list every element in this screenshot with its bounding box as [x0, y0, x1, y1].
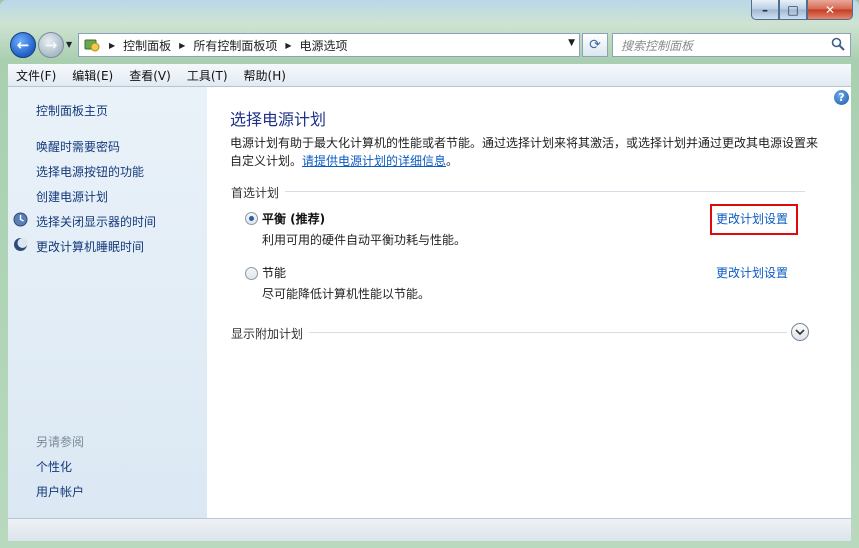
page-title: 选择电源计划 [230, 110, 327, 129]
search-icon[interactable] [831, 37, 845, 51]
help-icon[interactable]: ? [834, 90, 849, 105]
chevron-down-icon [795, 328, 805, 335]
main-content: ? 选择电源计划 电源计划有助于最大化计算机的性能或者节能。通过选择计划来将其激… [207, 87, 851, 518]
search-box[interactable]: 搜索控制面板 [612, 33, 851, 57]
menu-view[interactable]: 查看(V) [121, 67, 179, 84]
expand-additional-plans-button[interactable] [791, 323, 809, 341]
breadcrumb-all-items[interactable]: 所有控制面板项 [193, 37, 277, 54]
forward-button[interactable]: → [38, 32, 64, 58]
breadcrumb-control-panel[interactable]: 控制面板 [123, 37, 171, 54]
preferred-divider [231, 191, 805, 192]
address-bar[interactable]: ▶ 控制面板 ▶ 所有控制面板项 ▶ 电源选项 ▼ [78, 33, 580, 57]
display-icon [13, 212, 28, 227]
page-description: 电源计划有助于最大化计算机的性能或者节能。通过选择计划来将其激活，或选择计划并通… [230, 136, 819, 168]
breadcrumb-separator-icon: ▶ [179, 40, 186, 50]
breadcrumb-power-options[interactable]: 电源选项 [300, 37, 348, 54]
see-also-heading: 另请参阅 [36, 435, 85, 449]
menu-help[interactable]: 帮助(H) [236, 67, 294, 84]
refresh-icon: ⟳ [589, 37, 601, 53]
sidebar-item-sleep-time[interactable]: 更改计算机睡眠时间 [36, 238, 144, 255]
plan-power-saver-name[interactable]: 节能 [262, 264, 286, 281]
show-additional-plans-label[interactable]: 显示附加计划 [231, 325, 310, 342]
recent-pages-dropdown-icon[interactable]: ▼ [66, 40, 72, 49]
sidebar-item-personalization[interactable]: 个性化 [36, 458, 72, 475]
sidebar-item-wake-password[interactable]: 唤醒时需要密码 [36, 138, 120, 155]
sidebar-item-user-accounts[interactable]: 用户帐户 [36, 483, 84, 500]
close-button[interactable]: ✕ [807, 0, 853, 20]
sidebar-item-home[interactable]: 控制面板主页 [36, 102, 108, 119]
plan-details-link[interactable]: 请提供电源计划的详细信息 [302, 154, 446, 168]
plan-power-saver-description: 尽可能降低计算机性能以节能。 [262, 287, 431, 301]
sidebar-item-display-off[interactable]: 选择关闭显示器的时间 [36, 213, 156, 230]
sidebar: 控制面板主页 唤醒时需要密码 选择电源按钮的功能 创建电源计划 选择关闭显示器的… [8, 87, 207, 518]
breadcrumb-separator-icon: ▶ [285, 40, 292, 50]
maximize-button[interactable]: □ [779, 0, 807, 20]
menu-tools[interactable]: 工具(T) [179, 67, 236, 84]
menu-file[interactable]: 文件(F) [8, 67, 64, 84]
minimize-button[interactable]: – [751, 0, 779, 20]
address-dropdown-icon[interactable]: ▼ [568, 38, 575, 48]
plan-power-saver-radio[interactable] [245, 267, 258, 280]
back-button[interactable]: ← [10, 32, 36, 58]
status-bar [8, 518, 851, 541]
menu-edit[interactable]: 编辑(E) [64, 67, 121, 84]
sleep-icon [14, 238, 28, 251]
additional-divider [231, 332, 787, 333]
plan-balanced-radio[interactable] [245, 212, 258, 225]
plan-balanced-name[interactable]: 平衡 (推荐) [262, 210, 325, 227]
control-panel-icon [84, 39, 100, 52]
window: – □ ✕ ← → ▼ ▶ 控制面板 ▶ 所有控制面板项 ▶ 电源选项 ▼ ⟳ … [0, 0, 859, 548]
plan-balanced-description: 利用可用的硬件自动平衡功耗与性能。 [262, 233, 467, 247]
plan-power-saver-change-settings-link[interactable]: 更改计划设置 [716, 264, 788, 281]
preferred-plans-label: 首选计划 [231, 184, 286, 201]
refresh-button[interactable]: ⟳ [582, 33, 608, 57]
breadcrumb-separator-icon: ▶ [109, 40, 116, 50]
sidebar-item-create-plan[interactable]: 创建电源计划 [36, 188, 108, 205]
caption-buttons: – □ ✕ [751, 0, 853, 20]
menu-bar: 文件(F) 编辑(E) 查看(V) 工具(T) 帮助(H) [8, 64, 851, 87]
plan-balanced-change-settings-link[interactable]: 更改计划设置 [716, 210, 788, 227]
navigation-bar: ← → ▼ ▶ 控制面板 ▶ 所有控制面板项 ▶ 电源选项 ▼ ⟳ 搜索控制面板 [8, 30, 851, 60]
sidebar-item-power-buttons[interactable]: 选择电源按钮的功能 [36, 163, 144, 180]
search-input[interactable]: 搜索控制面板 [621, 37, 693, 54]
